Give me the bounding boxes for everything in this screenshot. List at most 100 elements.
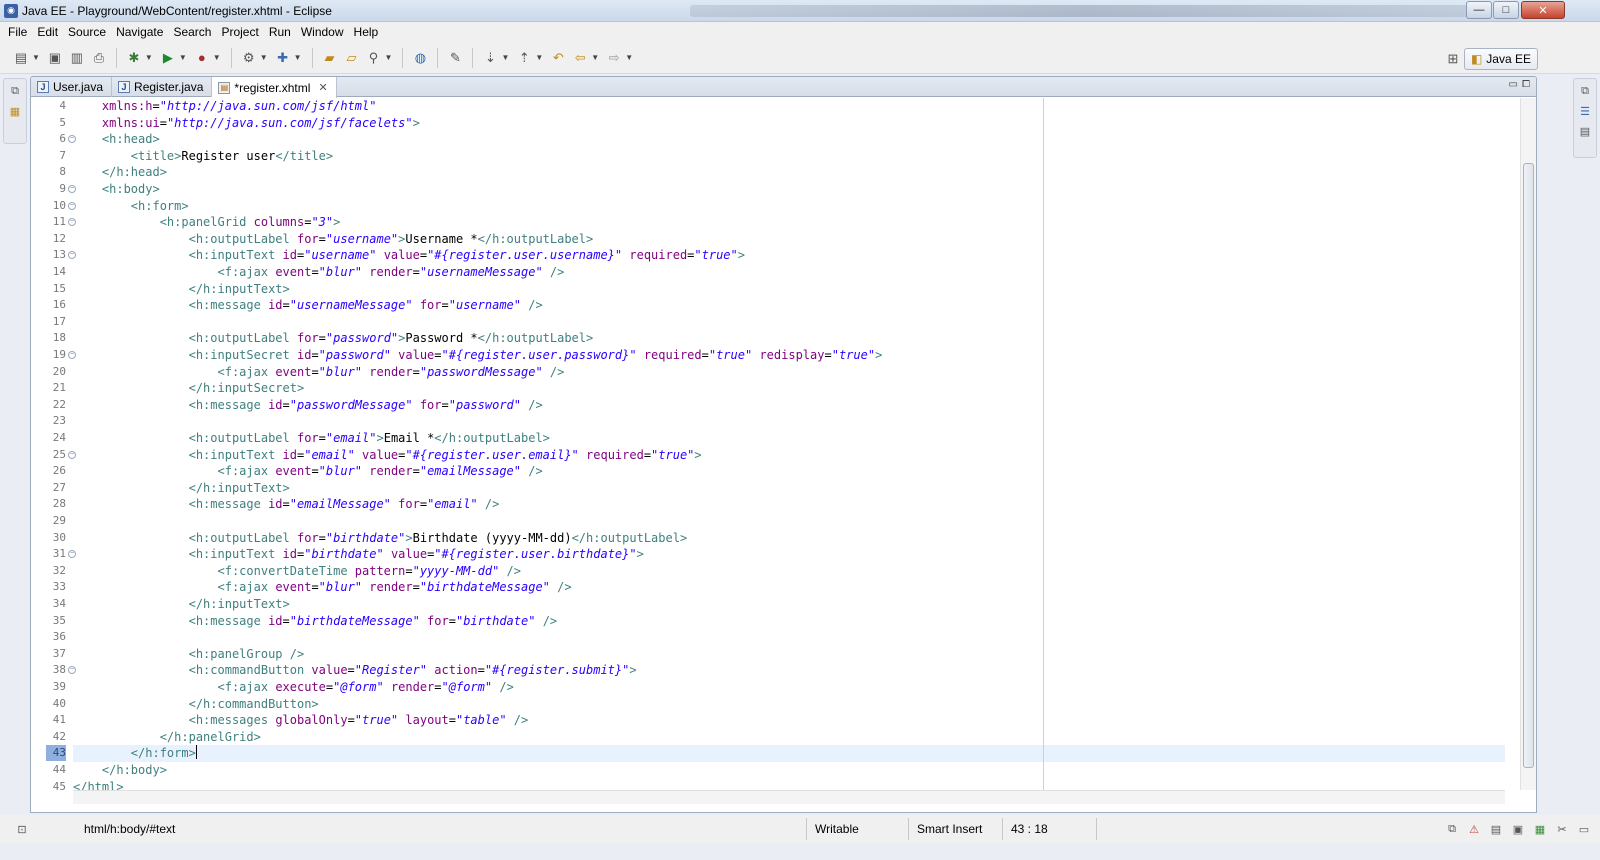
next-annotation-icon[interactable]: ⇣: [481, 49, 499, 67]
save-all-icon[interactable]: ▥: [68, 49, 86, 67]
task-list-icon[interactable]: ▤: [1576, 123, 1594, 139]
code-line[interactable]: <h:head>: [73, 131, 160, 148]
code-line[interactable]: <h:panelGrid columns="3">: [73, 214, 341, 231]
new-wizard-icon[interactable]: ✚: [274, 49, 292, 67]
code-line[interactable]: <h:form>: [73, 198, 189, 215]
chevron-down-icon[interactable]: ▼: [260, 53, 268, 62]
menu-edit[interactable]: Edit: [32, 25, 63, 39]
code-line[interactable]: <h:panelGroup />: [73, 646, 305, 663]
problems-icon[interactable]: ⚠: [1466, 821, 1482, 837]
open-type-icon[interactable]: ▰: [321, 49, 339, 67]
code-line[interactable]: <h:message id="passwordMessage" for="pas…: [73, 397, 543, 414]
code-line[interactable]: </h:body>: [73, 762, 167, 779]
code-line[interactable]: <f:ajax event="blur" render="birthdateMe…: [73, 579, 572, 596]
code-line[interactable]: <f:ajax event="blur" render="passwordMes…: [73, 364, 565, 381]
code-line[interactable]: <h:outputLabel for="birthdate">Birthdate…: [73, 530, 688, 547]
code-line[interactable]: </h:inputText>: [73, 596, 290, 613]
data-source-icon[interactable]: ▦: [1532, 821, 1548, 837]
perspective-java-ee-button[interactable]: ◧ Java EE: [1463, 48, 1538, 70]
maximize-button[interactable]: □: [1493, 1, 1519, 19]
menu-run[interactable]: Run: [264, 25, 296, 39]
open-resource-icon[interactable]: ▱: [343, 49, 361, 67]
menu-window[interactable]: Window: [296, 25, 349, 39]
new-icon[interactable]: ▤: [12, 49, 30, 67]
code-line[interactable]: <f:ajax event="blur" render="emailMessag…: [73, 463, 543, 480]
chevron-down-icon[interactable]: ▼: [535, 53, 543, 62]
code-line[interactable]: <h:inputSecret id="password" value="#{re…: [73, 347, 883, 364]
code-line[interactable]: <h:outputLabel for="email">Email *</h:ou…: [73, 430, 550, 447]
console-icon[interactable]: ▭: [1576, 821, 1592, 837]
code-line[interactable]: </h:head>: [73, 164, 167, 181]
last-edit-icon[interactable]: ↶: [549, 49, 567, 67]
code-line[interactable]: <h:message id="usernameMessage" for="use…: [73, 297, 543, 314]
menu-project[interactable]: Project: [216, 25, 263, 39]
code-line[interactable]: </h:panelGrid>: [73, 729, 261, 746]
code-line[interactable]: </html>: [73, 779, 124, 790]
back-icon[interactable]: ⇦: [571, 49, 589, 67]
chevron-down-icon[interactable]: ▼: [625, 53, 633, 62]
code-line[interactable]: <h:message id="birthdateMessage" for="bi…: [73, 613, 558, 630]
maximize-icon[interactable]: ⧠: [1522, 79, 1530, 90]
close-tab-icon[interactable]: ✕: [318, 81, 327, 94]
fast-view-icon[interactable]: ⊡: [14, 821, 30, 837]
vertical-scrollbar[interactable]: [1520, 98, 1536, 790]
open-perspective-icon[interactable]: ⊞: [1444, 50, 1462, 68]
code-line[interactable]: <f:ajax event="blur" render="usernameMes…: [73, 264, 565, 281]
restore-icon[interactable]: ⧉: [1576, 83, 1594, 99]
servers-icon[interactable]: ▣: [1510, 821, 1526, 837]
code-line[interactable]: <h:outputLabel for="password">Password *…: [73, 330, 594, 347]
restore-icon[interactable]: ⧉: [1444, 821, 1460, 837]
code-line[interactable]: <h:outputLabel for="username">Username *…: [73, 231, 594, 248]
tab-register-java[interactable]: J Register.java: [112, 77, 213, 97]
chevron-down-icon[interactable]: ▼: [145, 53, 153, 62]
chevron-down-icon[interactable]: ▼: [294, 53, 302, 62]
properties-icon[interactable]: ▤: [1488, 821, 1504, 837]
tab-user-java[interactable]: J User.java: [31, 77, 113, 97]
restore-icon[interactable]: ⧉: [6, 83, 24, 99]
menu-navigate[interactable]: Navigate: [111, 25, 168, 39]
menu-file[interactable]: File: [3, 25, 32, 39]
search-icon[interactable]: ⚲: [365, 49, 383, 67]
minimize-icon[interactable]: ▭: [1509, 79, 1518, 90]
project-explorer-icon[interactable]: ▦: [6, 103, 24, 119]
code-line[interactable]: <h:inputText id="username" value="#{regi…: [73, 247, 745, 264]
code-line[interactable]: <h:message id="emailMessage" for="email"…: [73, 496, 500, 513]
code-line[interactable]: <f:ajax execute="@form" render="@form" /…: [73, 679, 514, 696]
snippets-icon[interactable]: ✂: [1554, 821, 1570, 837]
code-line[interactable]: <title>Register user</title>: [73, 148, 333, 165]
print-icon[interactable]: ⎙: [90, 49, 108, 67]
code-line[interactable]: <h:body>: [73, 181, 160, 198]
code-line[interactable]: xmlns:h="http://java.sun.com/jsf/html": [73, 98, 377, 115]
menu-help[interactable]: Help: [349, 25, 384, 39]
save-icon[interactable]: ▣: [46, 49, 64, 67]
code-line[interactable]: </h:commandButton>: [73, 696, 319, 713]
globe-icon[interactable]: ◍: [411, 49, 429, 67]
external-tools-icon[interactable]: ●: [193, 49, 211, 67]
minimize-button[interactable]: —: [1466, 1, 1492, 19]
outline-icon[interactable]: ☰: [1576, 103, 1594, 119]
code-line[interactable]: </h:form>: [73, 745, 197, 762]
close-button[interactable]: ✕: [1521, 1, 1565, 19]
menu-source[interactable]: Source: [63, 25, 111, 39]
code-line[interactable]: <h:commandButton value="Register" action…: [73, 662, 637, 679]
scroll-thumb[interactable]: [1523, 163, 1534, 768]
tab-register-xhtml[interactable]: ▤ *register.xhtml ✕: [212, 77, 337, 98]
chevron-down-icon[interactable]: ▼: [385, 53, 393, 62]
code-line[interactable]: </h:inputSecret>: [73, 380, 305, 397]
run-icon[interactable]: ▶: [159, 49, 177, 67]
forward-icon[interactable]: ⇨: [605, 49, 623, 67]
code-line[interactable]: <f:convertDateTime pattern="yyyy-MM-dd" …: [73, 563, 521, 580]
debug-icon[interactable]: ✱: [125, 49, 143, 67]
code-line[interactable]: <h:inputText id="email" value="#{registe…: [73, 447, 702, 464]
code-area[interactable]: xmlns:h="http://java.sun.com/jsf/html" x…: [73, 98, 1505, 790]
code-line[interactable]: <h:messages globalOnly="true" layout="ta…: [73, 712, 529, 729]
chevron-down-icon[interactable]: ▼: [179, 53, 187, 62]
chevron-down-icon[interactable]: ▼: [32, 53, 40, 62]
annotation-icon[interactable]: ✎: [446, 49, 464, 67]
code-line[interactable]: </h:inputText>: [73, 480, 290, 497]
code-line[interactable]: xmlns:ui="http://java.sun.com/jsf/facele…: [73, 115, 420, 132]
chevron-down-icon[interactable]: ▼: [213, 53, 221, 62]
horizontal-scrollbar[interactable]: [73, 790, 1505, 804]
menu-search[interactable]: Search: [168, 25, 216, 39]
chevron-down-icon[interactable]: ▼: [591, 53, 599, 62]
